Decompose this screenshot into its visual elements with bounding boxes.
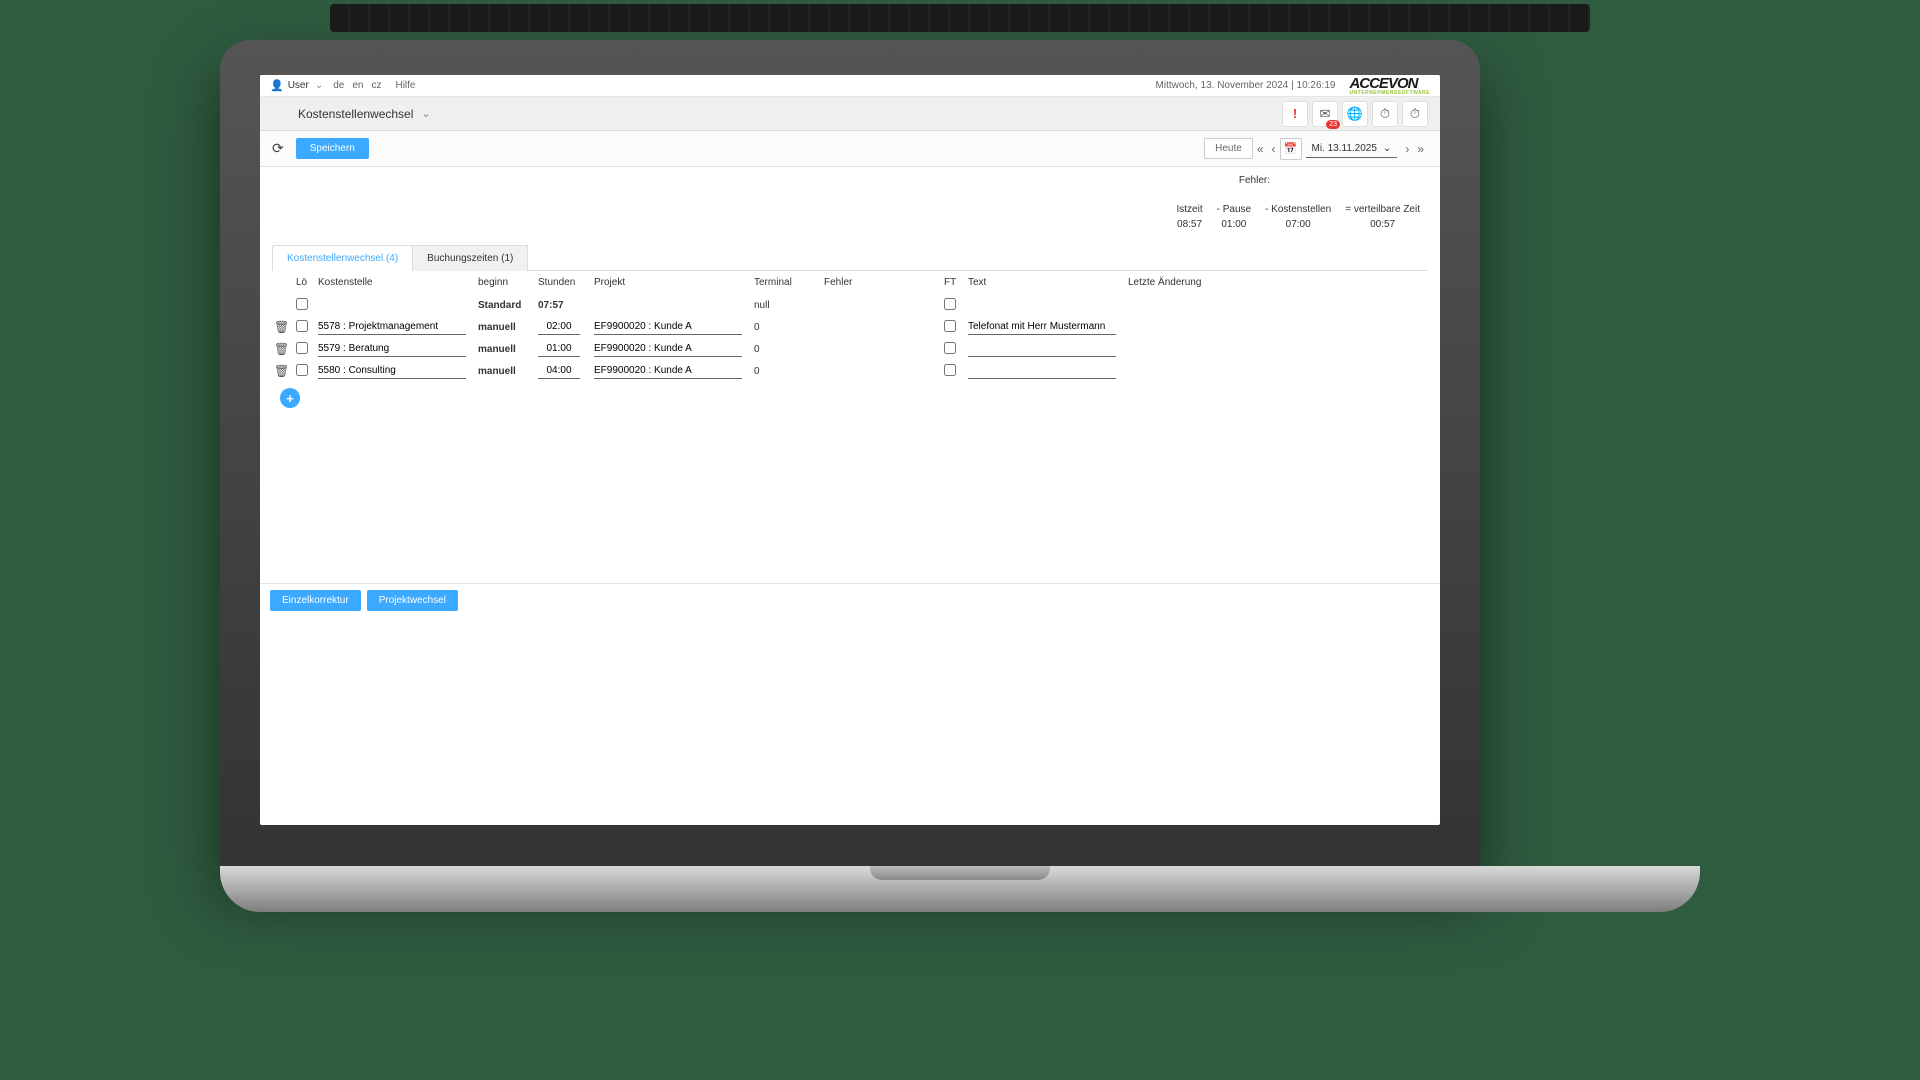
- summary-value: 00:57: [1345, 219, 1420, 230]
- date-picker-value: Mi. 13.11.2025: [1312, 143, 1377, 154]
- nav-next-icon[interactable]: ›: [1401, 142, 1413, 156]
- today-button[interactable]: Heute: [1204, 138, 1253, 159]
- summary-value: 07:00: [1265, 219, 1331, 230]
- add-row-button[interactable]: +: [280, 388, 300, 408]
- tab-kostenstellenwechsel[interactable]: Kostenstellenwechsel (4): [272, 245, 413, 271]
- stunden-input[interactable]: [538, 341, 580, 357]
- summary-label: - Kostenstellen: [1265, 204, 1331, 215]
- page-title-dropdown-icon[interactable]: ⌄: [421, 107, 430, 120]
- user-label[interactable]: User: [288, 80, 309, 91]
- trash-icon[interactable]: 🗑: [274, 342, 289, 356]
- delete-checkbox[interactable]: [296, 364, 308, 376]
- col-beginn: beginn: [476, 273, 536, 292]
- tabs: Kostenstellenwechsel (4) Buchungszeiten …: [272, 244, 1428, 271]
- kostenstelle-input[interactable]: [318, 319, 466, 335]
- nav-first-icon[interactable]: «: [1253, 142, 1268, 156]
- ft-checkbox[interactable]: [944, 364, 956, 376]
- trash-icon[interactable]: 🗑: [274, 364, 289, 378]
- projektwechsel-button[interactable]: Projektwechsel: [367, 590, 458, 611]
- delete-checkbox[interactable]: [296, 320, 308, 332]
- summary-label: = verteilbare Zeit: [1345, 204, 1420, 215]
- summary-value: 01:00: [1217, 219, 1251, 230]
- lang-en[interactable]: en: [352, 80, 363, 91]
- timer-in-button[interactable]: ⏱: [1372, 101, 1398, 127]
- ft-checkbox[interactable]: [944, 320, 956, 332]
- page-title: Kostenstellenwechsel: [298, 107, 413, 121]
- brand-logo: ACCEVON UNTERNEHMENSSOFTWARE: [1349, 75, 1430, 96]
- delete-checkbox[interactable]: [296, 342, 308, 354]
- col-letzte-aenderung: Letzte Änderung: [1126, 273, 1226, 292]
- user-caret-icon[interactable]: ⌄: [315, 80, 323, 91]
- ft-checkbox[interactable]: [944, 298, 956, 310]
- lang-cz[interactable]: cz: [371, 80, 381, 91]
- summary-label: Istzeit: [1176, 204, 1202, 215]
- lang-de[interactable]: de: [333, 80, 344, 91]
- terminal-value: 0: [752, 344, 822, 355]
- text-input[interactable]: [968, 363, 1116, 379]
- refresh-icon[interactable]: ⟳: [272, 140, 284, 157]
- datetime: Mittwoch, 13. November 2024 | 10:26:19: [1156, 80, 1336, 91]
- kostenstelle-input[interactable]: [318, 363, 466, 379]
- col-loeschen: Lö: [294, 273, 316, 292]
- chevron-down-icon: ⌄: [1383, 143, 1391, 154]
- terminal-value: 0: [752, 366, 822, 377]
- navbar: Kostenstellenwechsel ⌄ ! ✉23 🌐 ⏱ ⏱: [260, 97, 1440, 131]
- toolbar: ⟳ Speichern Heute « ‹ 📅 Mi. 13.11.2025 ⌄…: [260, 131, 1440, 167]
- text-input[interactable]: [968, 341, 1116, 357]
- projekt-input[interactable]: [594, 341, 742, 357]
- trash-icon[interactable]: 🗑: [274, 320, 289, 334]
- summary-label: - Pause: [1217, 204, 1251, 215]
- calendar-icon[interactable]: 📅: [1280, 138, 1302, 160]
- col-fehler: Fehler: [822, 273, 942, 292]
- tab-buchungszeiten[interactable]: Buchungszeiten (1): [412, 245, 528, 271]
- grid-header-row: Lö Kostenstelle beginn Stunden Projekt T…: [272, 271, 1428, 294]
- date-picker[interactable]: Mi. 13.11.2025 ⌄: [1306, 140, 1398, 158]
- col-stunden: Stunden: [536, 273, 592, 292]
- help-link[interactable]: Hilfe: [395, 80, 415, 91]
- table-row: 🗑 manuell 0: [272, 316, 1428, 338]
- stunden-value: 07:57: [538, 300, 564, 311]
- nav-prev-icon[interactable]: ‹: [1268, 142, 1280, 156]
- timer-out-button[interactable]: ⏱: [1402, 101, 1428, 127]
- alert-button[interactable]: !: [1282, 101, 1308, 127]
- col-kostenstelle: Kostenstelle: [316, 273, 476, 292]
- stunden-input[interactable]: [538, 363, 580, 379]
- mail-button[interactable]: ✉23: [1312, 101, 1338, 127]
- table-row: 🗑 manuell 0: [272, 338, 1428, 360]
- einzelkorrektur-button[interactable]: Einzelkorrektur: [270, 590, 361, 611]
- kostenstelle-input[interactable]: [318, 341, 466, 357]
- ft-checkbox[interactable]: [944, 342, 956, 354]
- col-ft: FT: [942, 273, 966, 292]
- user-icon: 👤: [270, 79, 284, 92]
- table-row: Standard 07:57 null: [272, 294, 1428, 316]
- col-text: Text: [966, 273, 1126, 292]
- footer-bar: Einzelkorrektur Projektwechsel: [260, 583, 1440, 617]
- stunden-input[interactable]: [538, 319, 580, 335]
- summary-value: 08:57: [1176, 219, 1202, 230]
- projekt-input[interactable]: [594, 319, 742, 335]
- data-grid: Lö Kostenstelle beginn Stunden Projekt T…: [272, 271, 1428, 408]
- summary-panel: Fehler: Istzeit 08:57 - Pause 01:00 - Kost…: [260, 167, 1440, 236]
- table-row: 🗑 manuell 0: [272, 360, 1428, 382]
- fehler-label: Fehler:: [280, 175, 1420, 186]
- delete-checkbox[interactable]: [296, 298, 308, 310]
- save-button[interactable]: Speichern: [296, 138, 369, 159]
- nav-last-icon[interactable]: »: [1413, 142, 1428, 156]
- mail-badge: 23: [1326, 120, 1340, 129]
- col-projekt: Projekt: [592, 273, 752, 292]
- globe-button[interactable]: 🌐: [1342, 101, 1368, 127]
- text-input[interactable]: [968, 319, 1116, 335]
- projekt-input[interactable]: [594, 363, 742, 379]
- topbar: 👤 User ⌄ de en cz Hilfe Mittwoch, 13. No…: [260, 75, 1440, 97]
- terminal-value: null: [752, 300, 822, 311]
- col-terminal: Terminal: [752, 273, 822, 292]
- terminal-value: 0: [752, 322, 822, 333]
